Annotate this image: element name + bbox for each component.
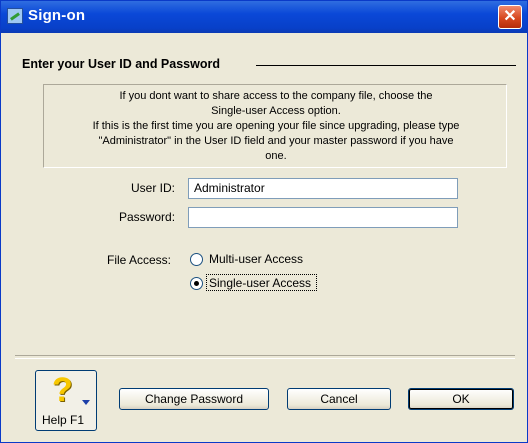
info-line: one. [265,150,287,162]
info-line: "Administrator" in the User ID field and… [98,135,454,147]
file-access-label: File Access: [107,253,172,267]
multi-user-radio[interactable] [190,253,203,266]
help-label: Help F1 [42,413,85,427]
user-id-label: User ID: [131,181,176,195]
sign-on-dialog: Sign-on ✕ Enter your User ID and Passwor… [0,0,528,443]
close-icon: ✕ [503,8,517,25]
change-password-button[interactable]: Change Password [119,388,269,410]
close-button[interactable]: ✕ [498,5,522,29]
help-button[interactable]: ? Help F1 [35,370,97,431]
user-id-field[interactable]: Administrator [188,178,458,199]
info-line: Single-user Access option. [211,105,341,117]
multi-user-label[interactable]: Multi-user Access [209,252,303,266]
info-line: If this is the first time you are openin… [92,120,460,132]
ok-button[interactable]: OK [408,388,514,410]
window-title: Sign-on [28,7,86,24]
help-question-icon: ? [52,371,73,409]
title-bar[interactable]: Sign-on ✕ [1,1,527,33]
cancel-button[interactable]: Cancel [287,388,391,410]
password-label: Password: [119,210,176,224]
info-text: If you dont want to share access to the … [48,89,504,164]
group-divider [256,65,516,66]
single-user-label[interactable]: Single-user Access [209,276,311,290]
single-user-radio[interactable] [190,277,203,290]
group-title: Enter your User ID and Password [22,57,223,71]
password-field[interactable] [188,207,458,228]
info-box: If you dont want to share access to the … [43,84,507,168]
dropdown-arrow-icon [82,400,90,405]
app-icon [7,8,23,24]
footer-separator [15,355,515,359]
info-line: If you dont want to share access to the … [119,90,433,102]
